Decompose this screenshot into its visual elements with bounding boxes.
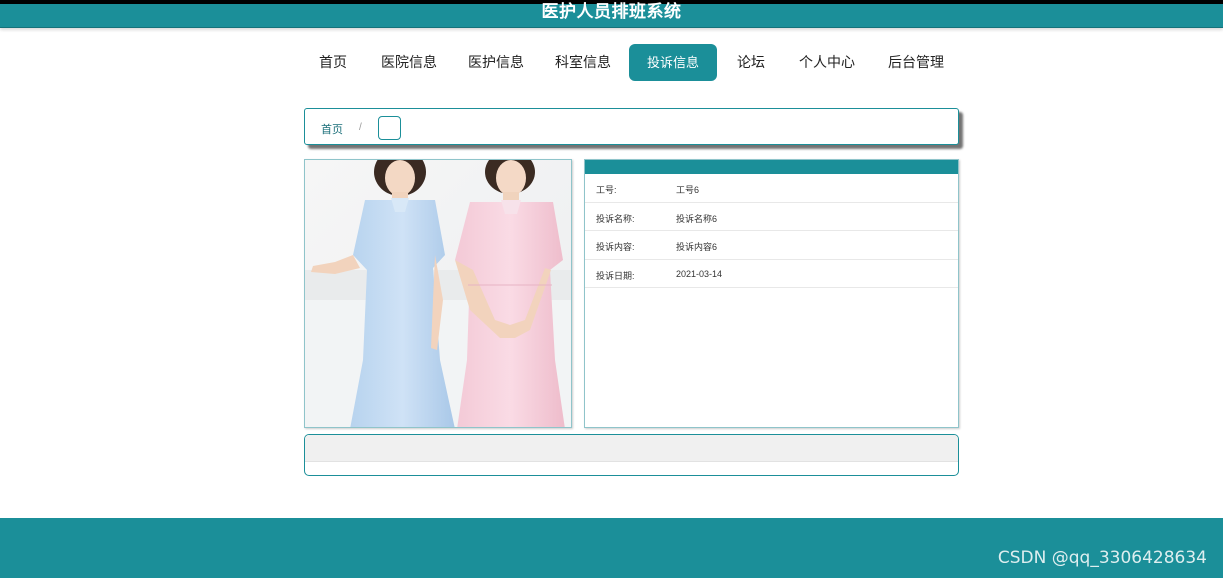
detail-row-complaint-content: 投诉内容: 投诉内容6 <box>585 231 958 260</box>
detail-footer-band <box>305 435 958 462</box>
detail-value: 投诉内容6 <box>676 242 718 252</box>
detail-label: 投诉名称: <box>596 213 635 224</box>
breadcrumb-current <box>378 116 401 140</box>
detail-label: 投诉日期: <box>596 270 635 281</box>
detail-label: 工号: <box>596 185 617 195</box>
nav-item-forum[interactable]: 论坛 <box>730 44 772 81</box>
detail-panel-header <box>585 160 958 174</box>
detail-row-employee-no: 工号: 工号6 <box>585 174 958 203</box>
detail-value: 投诉名称6 <box>676 213 718 224</box>
nav-item-medical-staff-info[interactable]: 医护信息 <box>462 44 530 81</box>
nurses-photo <box>305 160 571 427</box>
detail-value: 工号6 <box>676 185 700 195</box>
main-nav: 首页 医院信息 医护信息 科室信息 投诉信息 论坛 个人中心 后台管理 <box>0 44 1223 81</box>
detail-row-complaint-date: 投诉日期: 2021-03-14 <box>585 260 958 288</box>
detail-footer-box <box>304 434 959 476</box>
detail-value: 2021-03-14 <box>676 268 723 279</box>
detail-row-complaint-name: 投诉名称: 投诉名称6 <box>585 203 958 231</box>
nav-item-admin[interactable]: 后台管理 <box>880 44 952 81</box>
app-title: 医护人员排班系统 <box>541 2 682 21</box>
nav-item-home[interactable]: 首页 <box>305 44 361 81</box>
nav-item-personal-center[interactable]: 个人中心 <box>791 44 863 81</box>
nav-item-complaint-info[interactable]: 投诉信息 <box>629 44 717 81</box>
breadcrumb-separator: / <box>359 122 362 133</box>
watermark: CSDN @qq_3306428634 <box>997 548 1207 568</box>
nav-item-hospital-info[interactable]: 医院信息 <box>375 44 443 81</box>
nav-item-department-info[interactable]: 科室信息 <box>549 44 617 81</box>
complaint-detail-panel: 工号: 工号6 投诉名称: 投诉名称6 投诉内容: 投诉内容6 投诉日期: 20… <box>584 159 959 428</box>
breadcrumb-home-link[interactable]: 首页 <box>321 121 343 137</box>
breadcrumb: 首页 / <box>304 108 959 145</box>
app-header: 医护人员排班系统 <box>0 2 1223 28</box>
complaint-image <box>304 159 572 428</box>
detail-label: 投诉内容: <box>596 242 635 252</box>
